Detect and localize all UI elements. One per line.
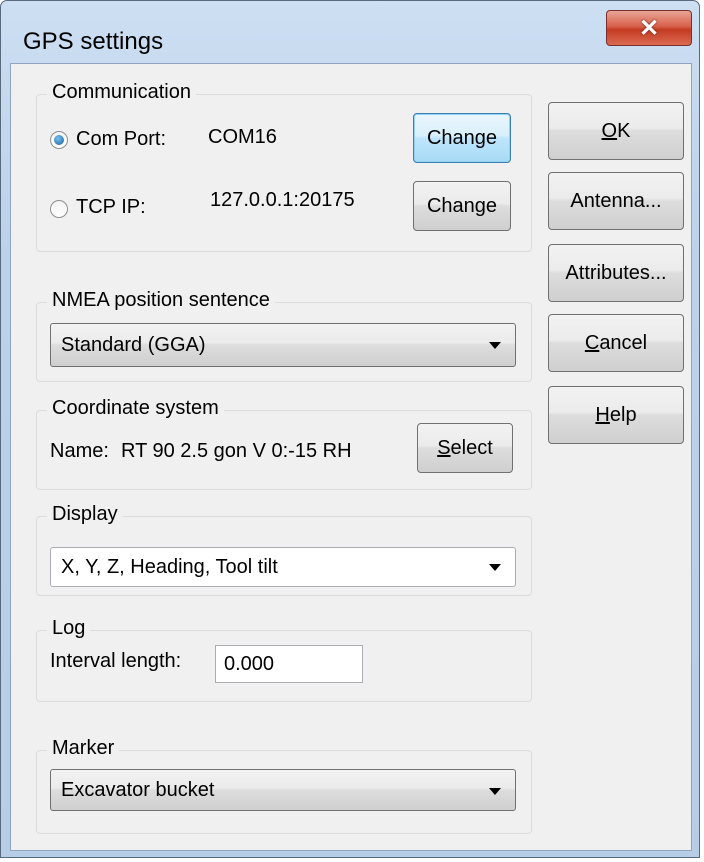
help-button[interactable]: Help — [548, 386, 684, 444]
coordinate-name-value: RT 90 2.5 gon V 0:-15 RH — [121, 440, 352, 462]
chevron-down-icon — [489, 342, 501, 349]
tcp-ip-label: TCP IP: — [76, 196, 146, 218]
antenna-button[interactable]: Antenna... — [548, 172, 684, 230]
ok-button[interactable]: OK — [548, 102, 684, 160]
attributes-label: Attributes... — [565, 262, 667, 284]
chevron-down-icon — [489, 564, 501, 571]
ok-label-rest: K — [617, 120, 631, 142]
interval-length-field[interactable] — [216, 646, 362, 682]
change-com-port-label: Change — [426, 127, 498, 149]
help-mnemonic: H — [595, 404, 610, 426]
display-legend: Display — [47, 503, 123, 526]
select-label-rest: elect — [450, 437, 493, 459]
marker-selected-value: Excavator bucket — [61, 779, 215, 801]
communication-group: Communication Com Port: COM16 Change TCP… — [36, 81, 532, 252]
cancel-mnemonic: C — [584, 332, 600, 354]
coordinate-system-group: Coordinate system Name: RT 90 2.5 gon V … — [36, 397, 532, 490]
coordinate-system-legend: Coordinate system — [47, 397, 224, 420]
cancel-label-rest: ancel — [599, 332, 648, 354]
change-tcp-ip-label: Change — [426, 195, 498, 217]
display-selected-value: X, Y, Z, Heading, Tool tilt — [61, 556, 278, 578]
marker-dropdown[interactable]: Excavator bucket — [50, 769, 516, 811]
cancel-button[interactable]: Cancel — [548, 314, 684, 372]
select-mnemonic: S — [437, 437, 451, 459]
antenna-label: Antenna... — [570, 190, 662, 212]
ok-mnemonic: O — [601, 120, 618, 142]
change-tcp-ip-button[interactable]: Change — [413, 181, 511, 231]
coordinate-name-label: Name: — [50, 440, 109, 462]
nmea-group: NMEA position sentence Standard (GGA) — [36, 289, 532, 382]
window-title: GPS settings — [23, 28, 164, 55]
nmea-sentence-dropdown[interactable]: Standard (GGA) — [50, 323, 516, 367]
com-port-label: Com Port: — [76, 128, 167, 150]
help-label-rest: elp — [609, 404, 637, 426]
attributes-button[interactable]: Attributes... — [548, 244, 684, 302]
display-group: Display X, Y, Z, Heading, Tool tilt — [36, 503, 532, 596]
tcp-ip-radio[interactable] — [50, 200, 68, 218]
chevron-down-icon — [489, 788, 501, 795]
log-group: Log Interval length: — [36, 617, 532, 702]
close-icon: ✕ — [638, 15, 660, 42]
tcp-ip-value: 127.0.0.1:20175 — [210, 189, 355, 211]
display-dropdown[interactable]: X, Y, Z, Heading, Tool tilt — [50, 547, 516, 587]
gps-settings-dialog: GPS settings ✕ Communication Com Port: C… — [0, 0, 700, 858]
log-legend: Log — [47, 617, 91, 640]
nmea-legend: NMEA position sentence — [47, 289, 275, 312]
com-port-radio[interactable] — [50, 131, 68, 149]
select-coordinate-button[interactable]: Select — [417, 423, 513, 473]
interval-length-label: Interval length: — [50, 650, 182, 672]
close-button[interactable]: ✕ — [606, 10, 692, 46]
com-port-value: COM16 — [208, 126, 277, 148]
marker-group: Marker Excavator bucket — [36, 737, 532, 834]
interval-length-input[interactable] — [215, 645, 363, 683]
communication-legend: Communication — [47, 81, 196, 104]
marker-legend: Marker — [47, 737, 120, 760]
change-com-port-button[interactable]: Change — [413, 113, 511, 163]
nmea-selected-value: Standard (GGA) — [61, 334, 206, 356]
dialog-client-area: Communication Com Port: COM16 Change TCP… — [10, 63, 692, 851]
